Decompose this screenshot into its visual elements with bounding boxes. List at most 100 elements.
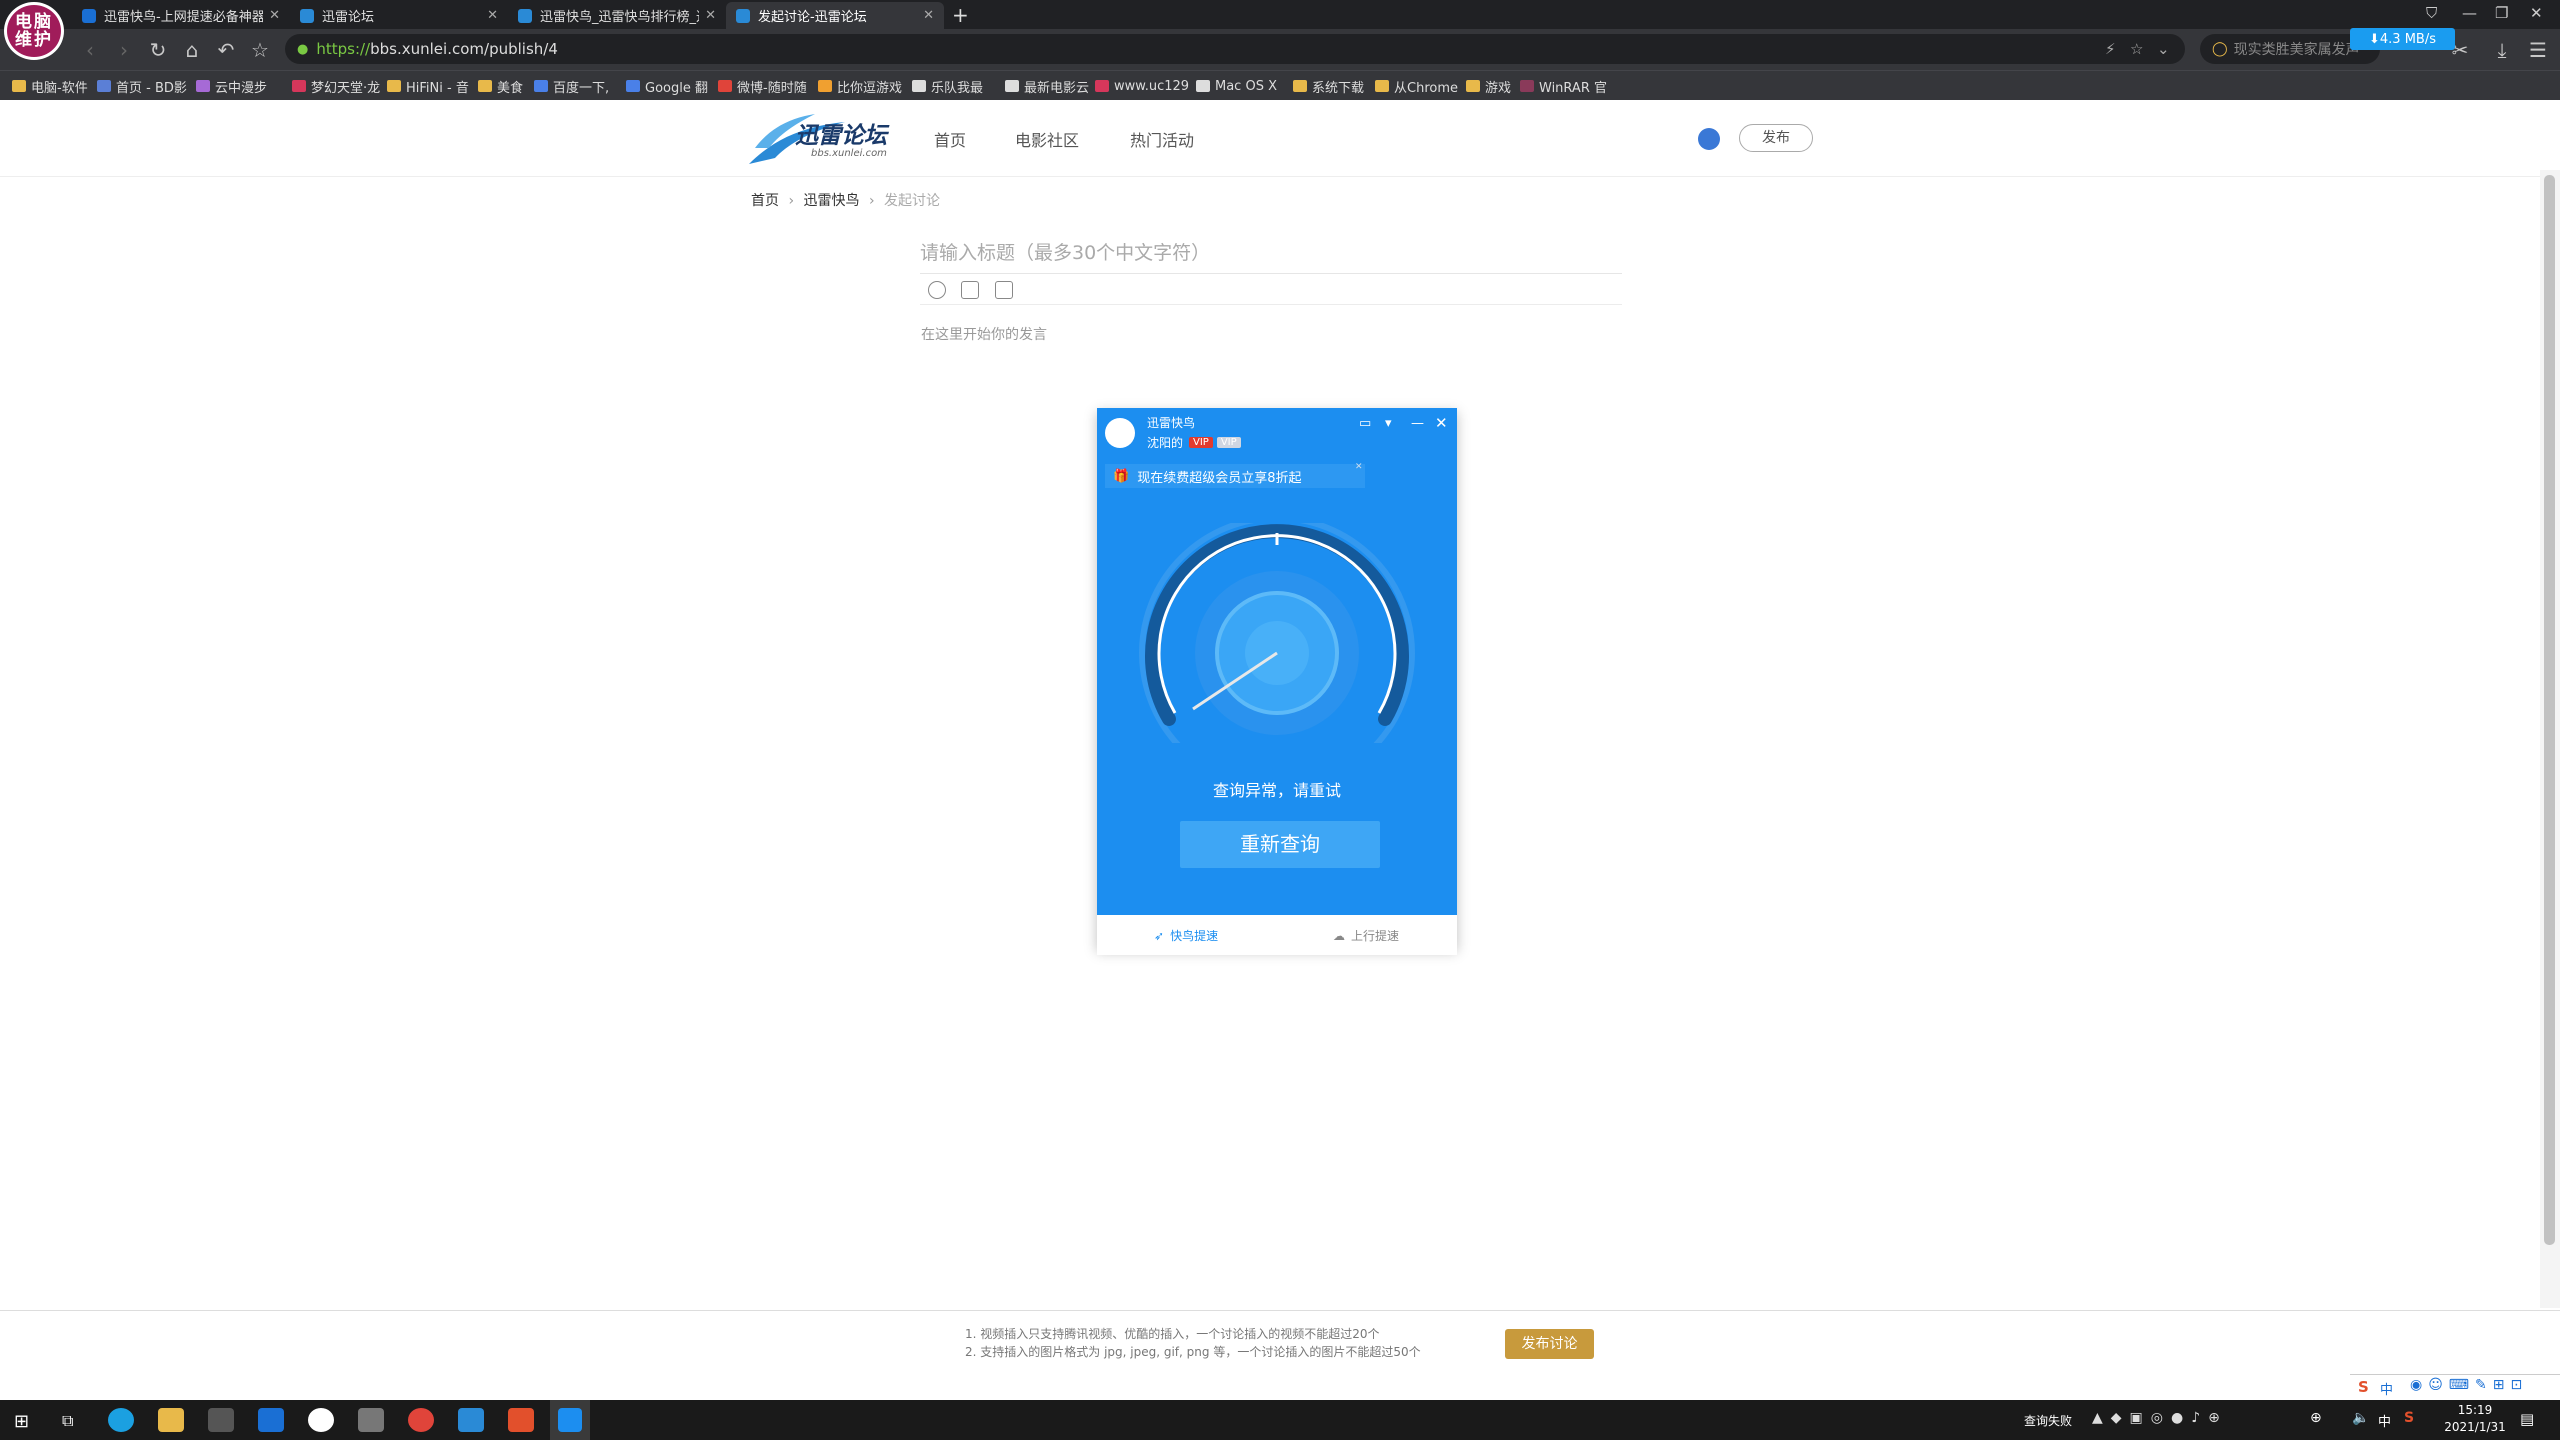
minimize-button[interactable]: — xyxy=(2462,4,2477,22)
chevron-right-icon: › xyxy=(868,193,875,209)
windows-start-icon[interactable]: ⊞ xyxy=(14,1411,29,1432)
bookmark-item[interactable]: 乐队我最 xyxy=(912,77,983,96)
nav-home[interactable]: 首页 xyxy=(934,127,966,151)
menu-dropdown-icon[interactable]: ▾ xyxy=(1385,416,1392,431)
bookmark-item[interactable]: 电脑-软件 xyxy=(12,77,88,96)
tab-publish-active[interactable]: 发起讨论-迅雷论坛 ✕ xyxy=(726,2,944,29)
app-icon[interactable] xyxy=(308,1408,334,1432)
new-tab-button[interactable]: + xyxy=(952,3,969,27)
bookmark-item[interactable]: 首页 - BD影 xyxy=(97,77,187,96)
star-icon[interactable]: ☆ xyxy=(248,38,272,62)
feedback-icon[interactable]: ▭ xyxy=(1359,416,1371,431)
ime-indicator[interactable]: 中 xyxy=(2378,1411,2391,1430)
site-logo[interactable]: 迅雷论坛 bbs.xunlei.com xyxy=(745,108,905,168)
app-icon[interactable] xyxy=(508,1408,534,1432)
bookmark-item[interactable]: HiFiNi - 音 xyxy=(387,77,469,96)
bookmark-item[interactable]: 云中漫步 xyxy=(196,77,267,96)
close-icon[interactable]: ✕ xyxy=(923,8,934,23)
video-icon[interactable] xyxy=(995,281,1013,299)
tab-speedup[interactable]: ➶ 快鸟提速 xyxy=(1154,927,1218,944)
menu-icon[interactable]: ☰ xyxy=(2526,38,2550,62)
page-scrollbar[interactable] xyxy=(2540,170,2560,1308)
address-bar[interactable]: ● https:// bbs.xunlei.com/publish/4 ⚡ ☆ … xyxy=(285,34,2185,64)
bookmark-item[interactable]: 游戏 xyxy=(1466,77,1511,96)
forward-icon[interactable]: › xyxy=(112,38,136,62)
user-avatar[interactable] xyxy=(1105,418,1135,448)
chrome-icon[interactable] xyxy=(408,1408,434,1432)
title-input[interactable]: 请输入标题（最多30个中文字符） xyxy=(920,238,1622,274)
bookmark-item[interactable]: WinRAR 官 xyxy=(1520,77,1607,96)
sogou-icon[interactable]: S xyxy=(2358,1378,2369,1396)
nav-movie-community[interactable]: 电影社区 xyxy=(1015,127,1079,151)
editor-footer: 1. 视频插入只支持腾讯视频、优酷的插入，一个讨论插入的视频不能超过20个 2.… xyxy=(0,1310,2560,1373)
reload-icon[interactable]: ↻ xyxy=(146,38,170,62)
task-view-icon[interactable]: ⧉ xyxy=(62,1411,73,1431)
mail-icon[interactable] xyxy=(258,1408,284,1432)
close-window-button[interactable]: ✕ xyxy=(2530,4,2543,22)
bookmark-item[interactable]: Google 翻 xyxy=(626,77,708,96)
network-icon[interactable]: ⊕ xyxy=(2310,1410,2322,1426)
breadcrumb-home[interactable]: 首页 xyxy=(751,193,779,209)
kuainiao-taskbar-button[interactable] xyxy=(550,1400,590,1440)
browser-avatar[interactable]: 电脑维护 xyxy=(4,2,64,60)
ime-mode-icon[interactable]: 中 xyxy=(2380,1379,2393,1398)
tray-icons[interactable]: ▲◆▣◎●♪⊕ xyxy=(2092,1410,2228,1426)
restore-button[interactable]: ❐ xyxy=(2495,4,2508,22)
volume-icon[interactable]: 🔈 xyxy=(2352,1410,2369,1426)
home-icon[interactable]: ⌂ xyxy=(180,38,204,62)
clock[interactable]: 15:19 2021/1/31 xyxy=(2436,1402,2514,1436)
bookmark-item[interactable]: 从Chrome xyxy=(1375,77,1458,96)
tab-xunlei-forum[interactable]: 迅雷论坛 ✕ xyxy=(290,2,508,29)
retry-button[interactable]: 重新查询 xyxy=(1180,821,1380,868)
close-icon[interactable]: ✕ xyxy=(705,8,716,23)
speedometer-gauge xyxy=(1139,523,1415,743)
ime-tools-icon[interactable]: ◉☺⌨✎⊞⊡ xyxy=(2410,1377,2528,1393)
bookmark-star-icon[interactable]: ☆ xyxy=(2130,40,2143,58)
download-icon[interactable]: ⤓ xyxy=(2490,38,2514,62)
bookmark-item[interactable]: 梦幻天堂·龙 xyxy=(292,77,380,96)
body-textarea[interactable]: 在这里开始你的发言 xyxy=(921,324,1047,344)
close-icon[interactable]: ✕ xyxy=(487,8,498,23)
nav-hot-events[interactable]: 热门活动 xyxy=(1130,127,1194,151)
store-icon[interactable] xyxy=(208,1408,234,1432)
emoji-icon[interactable] xyxy=(928,281,946,299)
site-header: 迅雷论坛 bbs.xunlei.com 首页 电影社区 热门活动 发布 xyxy=(0,100,2560,177)
tab-ranking[interactable]: 迅雷快鸟_迅雷快鸟排行榜_迅雷 ✕ xyxy=(508,2,726,29)
popup-minimize-icon[interactable]: — xyxy=(1411,416,1424,431)
undo-icon[interactable]: ↶ xyxy=(214,38,238,62)
calculator-icon[interactable] xyxy=(358,1408,384,1432)
bookmark-item[interactable]: www.uc129 xyxy=(1095,77,1189,95)
sogou-tray-icon[interactable]: S xyxy=(2404,1410,2414,1426)
submit-discussion-button[interactable]: 发布讨论 xyxy=(1505,1329,1594,1359)
bookmark-item[interactable]: 百度一下, xyxy=(534,77,609,96)
bookmark-item[interactable]: Mac OS X xyxy=(1196,77,1277,95)
xunlei-icon[interactable] xyxy=(458,1408,484,1432)
folder-icon xyxy=(1375,80,1389,92)
tab-xunlei-kuainiao[interactable]: 迅雷快鸟-上网提速必备神器 ✕ xyxy=(72,2,290,29)
lightning-icon[interactable]: ⚡ xyxy=(2105,40,2116,58)
back-icon[interactable]: ‹ xyxy=(78,38,102,62)
chevron-down-icon[interactable]: ⌄ xyxy=(2157,40,2170,58)
bookmark-item[interactable]: 微博-随时随 xyxy=(718,77,807,96)
popup-close-icon[interactable]: ✕ xyxy=(1435,414,1448,432)
publish-button[interactable]: 发布 xyxy=(1739,124,1813,152)
avatar[interactable] xyxy=(1698,128,1720,150)
page-icon xyxy=(912,80,926,92)
bookmark-item[interactable]: 最新电影云 xyxy=(1005,77,1089,96)
download-speed-badge[interactable]: ⬇4.3 MB/s xyxy=(2350,28,2455,50)
tab-upload[interactable]: ☁ 上行提速 xyxy=(1333,927,1399,944)
notification-icon[interactable]: ▤ xyxy=(2520,1410,2534,1428)
close-icon[interactable]: ✕ xyxy=(269,8,280,23)
tray-status: 查询失败 xyxy=(2024,1414,2073,1428)
bookmark-item[interactable]: 比你逗游戏 xyxy=(818,77,902,96)
breadcrumb-kuainiao[interactable]: 迅雷快鸟 xyxy=(804,193,860,209)
edge-icon[interactable] xyxy=(108,1408,134,1432)
image-icon[interactable] xyxy=(961,281,979,299)
promo-banner[interactable]: 🎁 现在续费超级会员立享8折起 xyxy=(1105,464,1365,488)
extensions-icon[interactable]: ⛉ xyxy=(2426,4,2437,22)
bookmark-item[interactable]: 系统下载 xyxy=(1293,77,1364,96)
bookmark-item[interactable]: 美食 xyxy=(478,77,523,96)
file-explorer-icon[interactable] xyxy=(158,1408,184,1432)
scrollbar-thumb[interactable] xyxy=(2544,175,2555,1245)
promo-close-icon[interactable]: ✕ xyxy=(1355,462,1363,472)
